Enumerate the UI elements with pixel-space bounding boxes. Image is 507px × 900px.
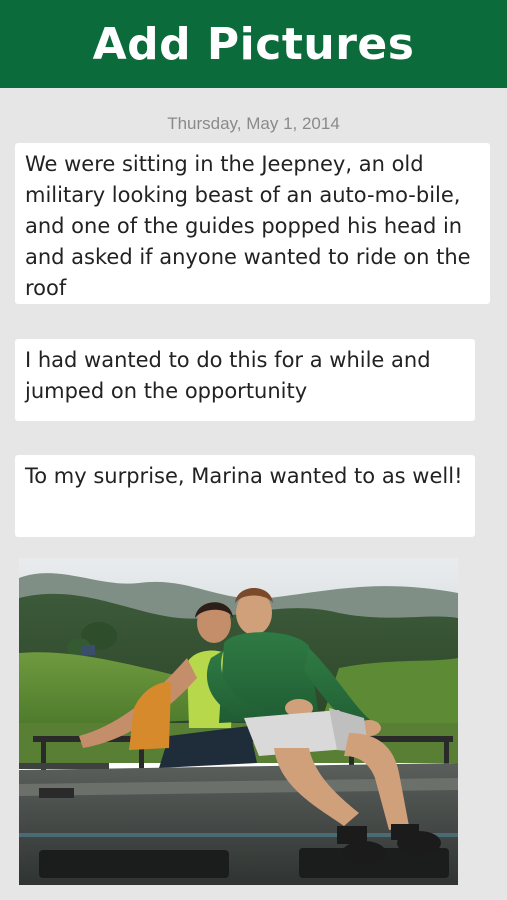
message-bubble: We were sitting in the Jeepney, an old m… <box>15 143 490 304</box>
message-bubble: To my surprise, Marina wanted to as well… <box>15 455 475 537</box>
header-title[interactable]: Add Pictures <box>93 19 415 70</box>
post-date: Thursday, May 1, 2014 <box>167 114 340 133</box>
app-header: Add Pictures <box>0 0 507 88</box>
travel-photo <box>19 558 458 885</box>
photo-attachment[interactable] <box>19 558 458 885</box>
message-bubble: I had wanted to do this for a while and … <box>15 339 475 421</box>
